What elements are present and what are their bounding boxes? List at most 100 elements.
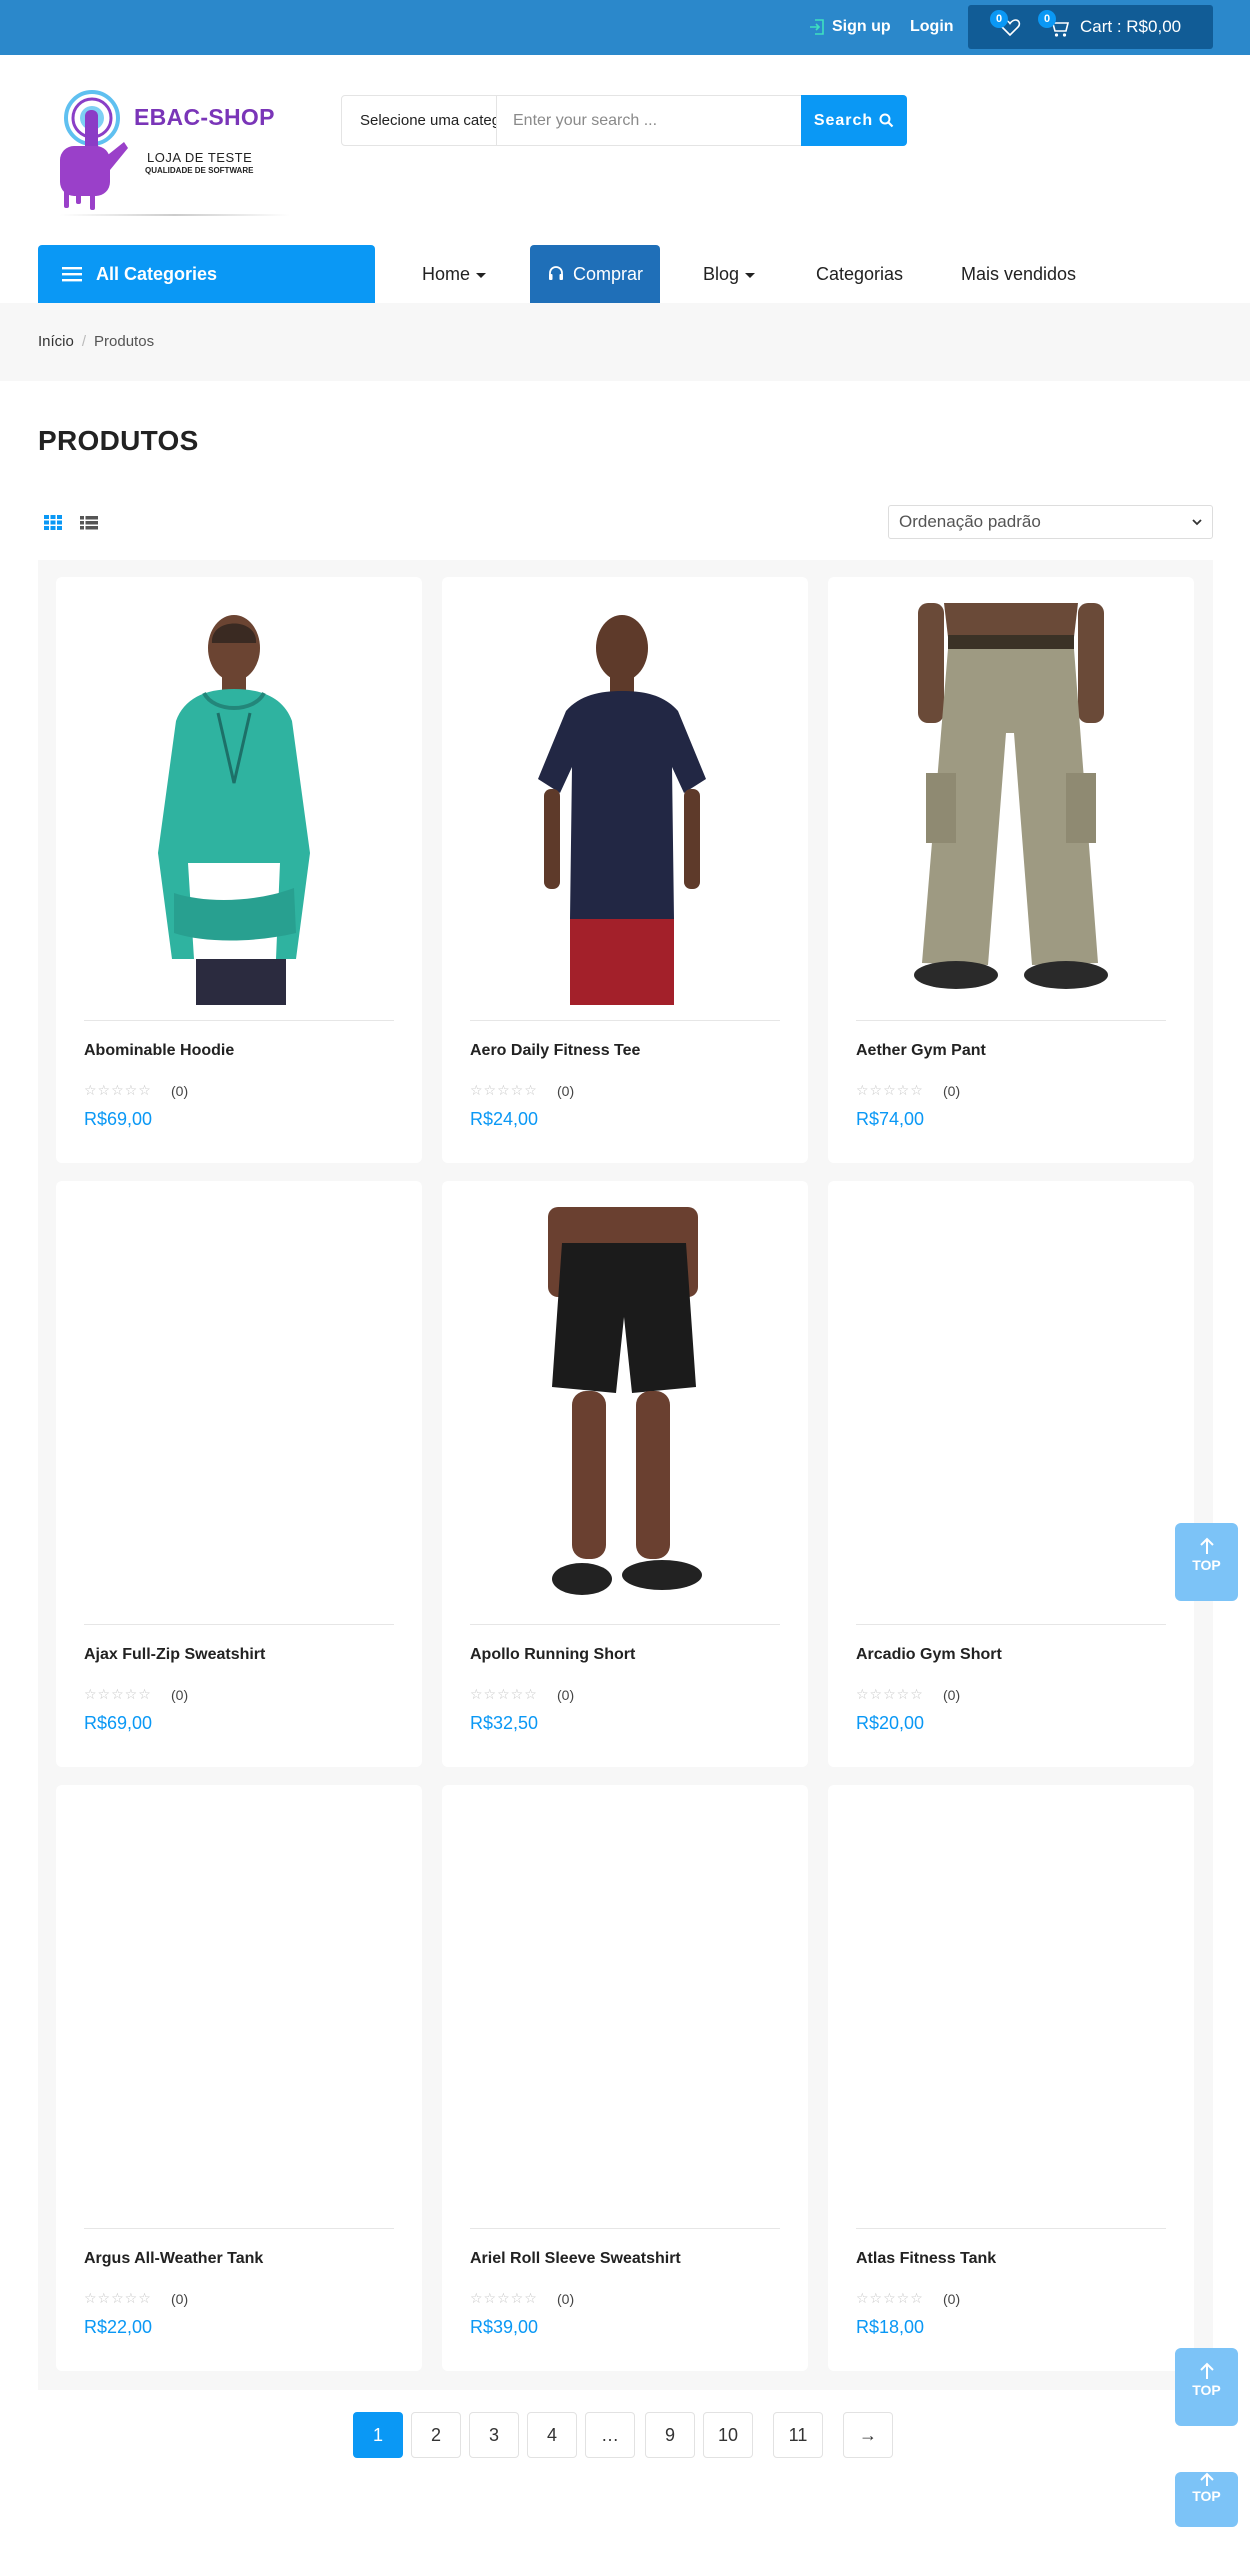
list-view-icon[interactable] [80,513,98,531]
nav-home[interactable]: Home [422,245,487,303]
product-card[interactable]: Aero Daily Fitness Tee ☆☆☆☆☆ (0) R$24,00 [442,577,808,1163]
product-image[interactable] [84,603,394,1005]
logo-underline [60,214,290,216]
review-count: (0) [943,1083,961,1099]
review-count: (0) [171,1083,189,1099]
cart-area: 0 0 Cart : R$0,00 [968,5,1213,49]
star-rating-icon: ☆☆☆☆☆ [84,1686,152,1702]
search-button-label: Search [813,111,874,129]
signup-icon [810,19,824,35]
review-count: (0) [943,1687,961,1703]
product-price: R$69,00 [84,1109,153,1129]
breadcrumb-separator: / [81,333,87,350]
product-name[interactable]: Ariel Roll Sleeve Sweatshirt [470,2250,681,2268]
product-image[interactable] [470,603,780,1005]
page-4-button[interactable]: 4 [527,2412,577,2458]
nav-categorias[interactable]: Categorias [816,245,903,303]
review-count: (0) [557,2291,575,2307]
product-card[interactable]: Atlas Fitness Tank ☆☆☆☆☆ (0) R$18,00 [828,1785,1194,2371]
login-link[interactable]: Login [910,15,954,39]
next-page-button[interactable]: → [843,2412,893,2458]
hoodie-model-image [84,603,394,1005]
product-name[interactable]: Atlas Fitness Tank [856,2250,996,2268]
product-image[interactable] [84,1207,394,1609]
star-rating-icon: ☆☆☆☆☆ [470,2290,538,2306]
search-category-select[interactable]: Selecione uma categoria [342,96,497,145]
page-3-button[interactable]: 3 [469,2412,519,2458]
nav-home-label: Home [422,264,471,284]
product-name[interactable]: Aero Daily Fitness Tee [470,1042,640,1060]
nav-comprar[interactable]: Comprar [530,245,660,303]
cart-total-link[interactable]: Cart : R$0,00 [1080,17,1181,37]
product-card[interactable]: Ajax Full-Zip Sweatshirt ☆☆☆☆☆ (0) R$69,… [56,1181,422,1767]
page-9-button[interactable]: 9 [645,2412,695,2458]
card-divider [84,1624,394,1625]
star-rating-icon: ☆☆☆☆☆ [856,1082,924,1098]
product-image[interactable] [470,1811,780,2213]
product-card[interactable]: Argus All-Weather Tank ☆☆☆☆☆ (0) R$22,00 [56,1785,422,2371]
product-image[interactable] [856,1207,1166,1609]
page-11-button[interactable]: 11 [773,2412,823,2458]
product-name[interactable]: Argus All-Weather Tank [84,2250,263,2268]
product-price: R$20,00 [856,1713,925,1733]
product-card[interactable]: Apollo Running Short ☆☆☆☆☆ (0) R$32,50 [442,1181,808,1767]
star-rating-icon: ☆☆☆☆☆ [470,1686,538,1702]
all-categories-label: All Categories [96,263,218,284]
product-card[interactable]: Ariel Roll Sleeve Sweatshirt ☆☆☆☆☆ (0) R… [442,1785,808,2371]
card-divider [856,2228,1166,2229]
product-name[interactable]: Apollo Running Short [470,1646,635,1664]
breadcrumb-home[interactable]: Início [38,333,74,350]
product-price: R$22,00 [84,2317,153,2337]
product-card[interactable]: Arcadio Gym Short ☆☆☆☆☆ (0) R$20,00 [828,1181,1194,1767]
card-divider [470,2228,780,2229]
site-logo[interactable]: EBAC-SHOP LOJA DE TESTE QUALIDADE DE SOF… [52,88,292,223]
page-2-button[interactable]: 2 [411,2412,461,2458]
breadcrumb-current: Produtos [94,333,155,350]
signup-link[interactable]: Sign up [808,15,891,39]
product-name[interactable]: Abominable Hoodie [84,1042,234,1060]
card-divider [856,1020,1166,1021]
pant-model-image [856,603,1166,1005]
back-to-top-label: TOP [1192,2382,1221,2398]
headset-icon [548,266,563,280]
caret-down-icon [745,272,756,278]
product-card[interactable]: Aether Gym Pant ☆☆☆☆☆ (0) R$74,00 [828,577,1194,1163]
product-image[interactable] [856,603,1166,1005]
back-to-top-button[interactable]: TOP [1175,2348,1238,2426]
nav-blog[interactable]: Blog [703,245,756,303]
product-name[interactable]: Ajax Full-Zip Sweatshirt [84,1646,265,1664]
search-button[interactable]: Search [801,95,907,146]
card-divider [84,2228,394,2229]
back-to-top-label: TOP [1192,2488,1221,2504]
page-10-button[interactable]: 10 [703,2412,754,2458]
all-categories-button[interactable]: All Categories [38,245,375,303]
star-rating-icon: ☆☆☆☆☆ [856,2290,924,2306]
product-name[interactable]: Aether Gym Pant [856,1042,986,1060]
back-to-top-button[interactable]: TOP [1175,1523,1238,1601]
star-rating-icon: ☆☆☆☆☆ [856,1686,924,1702]
page-title: PRODUTOS [38,425,199,456]
search-bar: Selecione uma categoria Search [341,95,907,146]
back-to-top-button[interactable]: TOP [1175,2472,1238,2527]
product-image[interactable] [856,1811,1166,2213]
review-count: (0) [171,1687,189,1703]
sort-select[interactable]: Ordenação padrão [888,505,1213,539]
product-image[interactable] [84,1811,394,2213]
tee-model-image [470,603,780,1005]
menu-icon [62,267,82,282]
search-input[interactable] [498,96,802,145]
product-price: R$32,50 [470,1713,539,1733]
top-bar: Sign up Login 0 0 Cart : R$0,00 [0,0,1250,55]
back-to-top-label: TOP [1192,1557,1221,1573]
nav-mais-vendidos[interactable]: Mais vendidos [961,245,1076,303]
product-card[interactable]: Abominable Hoodie ☆☆☆☆☆ (0) R$69,00 [56,577,422,1163]
signup-label: Sign up [832,18,891,35]
star-rating-icon: ☆☆☆☆☆ [470,1082,538,1098]
page-1-button[interactable]: 1 [353,2412,403,2458]
product-price: R$69,00 [84,1713,153,1733]
grid-view-icon[interactable] [44,513,62,531]
product-name[interactable]: Arcadio Gym Short [856,1646,1002,1664]
breadcrumb-bar: Início / Produtos [0,303,1250,381]
product-image[interactable] [470,1207,780,1609]
page-ellipsis: … [585,2412,635,2458]
